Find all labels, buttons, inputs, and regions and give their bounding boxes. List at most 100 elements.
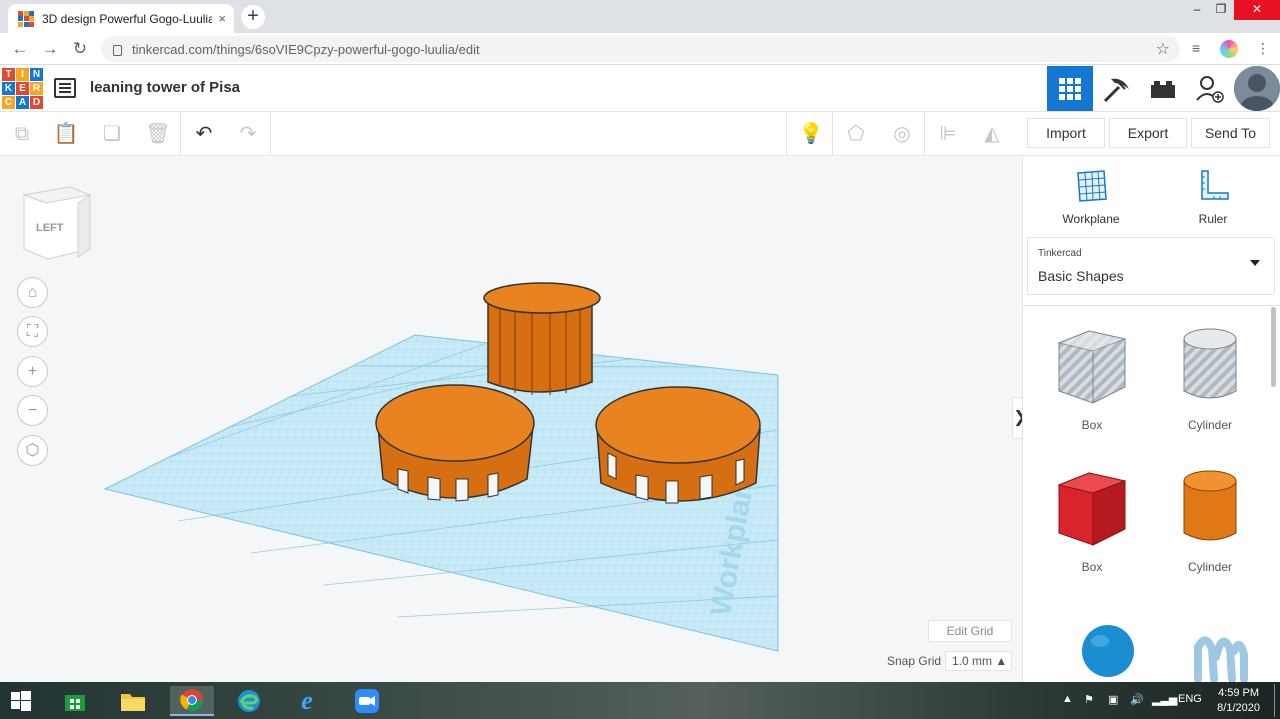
close-window-button[interactable]: ✕	[1234, 0, 1280, 20]
workplane-label: Workplane	[1062, 212, 1120, 226]
orange-cylinder-icon	[1183, 470, 1237, 541]
send-to-button[interactable]: Send To	[1191, 118, 1270, 148]
shape-cylinder-hole[interactable]: Cylinder	[1165, 325, 1255, 432]
shapes-panel: Workplane Ruler Tinkercad Basic Shapes B…	[1022, 157, 1280, 684]
shape-box-solid[interactable]: Box	[1047, 467, 1137, 574]
zoom-in-icon[interactable]: +	[17, 356, 48, 387]
action-buttons: Import Export Send To	[1022, 112, 1280, 156]
workplane-scene: Workplane	[103, 282, 779, 652]
store-app-icon[interactable]	[60, 686, 90, 716]
3d-view-grid-icon[interactable]	[1047, 66, 1093, 111]
shape-label: Cylinder	[1187, 560, 1232, 574]
logo-letter: R	[30, 82, 43, 95]
ruler-tool[interactable]: Ruler	[1173, 169, 1253, 226]
3d-viewport[interactable]: Workplane LEFT ⌂ ⛶ + − ⬡ Edit Grid Snap …	[0, 157, 1028, 682]
shape-cylinder-solid[interactable]: Cylinder	[1165, 467, 1255, 574]
new-tab-button[interactable]: +	[241, 5, 265, 29]
home-view-icon[interactable]: ⌂	[17, 277, 48, 308]
orange-cylinder-back[interactable]	[483, 282, 601, 395]
edge-app-icon[interactable]	[234, 686, 264, 716]
shape-box-hole[interactable]: Box	[1047, 325, 1137, 432]
group-icon[interactable]: ⬠	[843, 121, 869, 147]
language-indicator[interactable]: ENG	[1178, 693, 1202, 705]
url-input[interactable]: tinkercad.com/things/6soVIE9Cpzy-powerfu…	[101, 36, 1180, 62]
shape-scribble[interactable]	[1175, 627, 1265, 688]
edit-toolbar: ⧉ 📋 ❏ 🗑 ↶ ↷ 💡 ⬠ ◎ ⊫ ◭	[0, 112, 1022, 156]
view-cube[interactable]: LEFT	[22, 185, 92, 266]
logo-letter: K	[2, 82, 15, 95]
browser-tab[interactable]: 3D design Powerful Gogo-Luulia ×	[8, 4, 234, 33]
paste-icon[interactable]: 📋	[53, 121, 79, 147]
undo-icon[interactable]: ↶	[191, 121, 217, 147]
export-button[interactable]: Export	[1109, 118, 1187, 148]
tab-close-icon[interactable]: ×	[218, 11, 226, 26]
browser-tab-strip: 3D design Powerful Gogo-Luulia × + – ❐ ✕	[0, 0, 1280, 33]
logo-letter: N	[30, 68, 43, 81]
edit-grid-button[interactable]: Edit Grid	[928, 620, 1012, 642]
media-control-icon[interactable]: ≡	[1192, 40, 1200, 56]
show-desktop-button[interactable]	[1274, 684, 1278, 717]
shape-library-select[interactable]: Tinkercad Basic Shapes	[1027, 237, 1275, 295]
add-user-icon[interactable]	[1187, 66, 1233, 111]
volume-icon[interactable]: 🔊	[1130, 693, 1144, 706]
delete-trash-icon[interactable]: 🗑	[145, 121, 171, 147]
orange-cylinder-right[interactable]	[595, 386, 761, 504]
file-explorer-icon[interactable]	[118, 686, 148, 716]
redo-icon[interactable]: ↷	[235, 121, 261, 147]
windows-start-icon[interactable]	[6, 686, 36, 716]
copy-icon[interactable]: ⧉	[9, 121, 35, 147]
panel-scrollbar[interactable]	[1271, 307, 1276, 387]
toolbar-divider	[270, 112, 271, 156]
tray-expand-icon[interactable]: ▲	[1062, 693, 1073, 705]
logo-letter: E	[16, 82, 29, 95]
user-avatar[interactable]	[1234, 66, 1280, 111]
ungroup-icon[interactable]: ◎	[889, 121, 915, 147]
mirror-icon[interactable]: ◭	[979, 121, 1005, 147]
orange-cylinder-left[interactable]	[375, 384, 535, 502]
internet-explorer-icon[interactable]: e	[292, 686, 322, 716]
reload-icon[interactable]: ↻	[70, 39, 90, 59]
duplicate-icon[interactable]: ❏	[99, 121, 125, 147]
forward-arrow-icon[interactable]: →	[40, 39, 60, 59]
library-name: Basic Shapes	[1038, 268, 1124, 284]
windows-taskbar: e ▲ ⚑ ▣ 🔊 ▂▃▅ ENG 4:59 PM 8/1/2020	[0, 682, 1280, 719]
bricks-icon[interactable]	[1140, 66, 1186, 111]
lock-icon	[113, 44, 122, 56]
workplane-tool[interactable]: Workplane	[1051, 169, 1131, 226]
chrome-menu-icon[interactable]: ⋮	[1256, 40, 1270, 57]
logo-letter: D	[30, 96, 43, 109]
align-icon[interactable]: ⊫	[935, 121, 961, 147]
address-bar: ← → ↻ tinkercad.com/things/6soVIE9Cpzy-p…	[0, 33, 1280, 65]
import-button[interactable]: Import	[1027, 118, 1105, 148]
codeblocks-pickaxe-icon[interactable]	[1093, 66, 1139, 111]
profile-extension-icon[interactable]	[1220, 40, 1238, 58]
logo-letter: C	[2, 96, 15, 109]
scribble-icon	[1194, 636, 1248, 683]
tinkercad-header: T I N K E R C A D leaning tower of Pisa	[0, 66, 1280, 112]
notes-lightbulb-icon[interactable]: 💡	[798, 121, 824, 147]
back-arrow-icon[interactable]: ←	[10, 39, 30, 59]
design-list-icon[interactable]	[54, 78, 76, 98]
device-icon[interactable]: ▣	[1108, 693, 1118, 706]
cylinder-hole-icon	[1183, 328, 1237, 399]
logo-letter: A	[16, 96, 29, 109]
zoom-app-icon[interactable]	[352, 686, 382, 716]
shape-label: Box	[1081, 418, 1103, 432]
notification-flag-icon[interactable]: ⚑	[1084, 693, 1094, 706]
shape-sphere[interactable]	[1063, 623, 1153, 684]
zoom-out-icon[interactable]: −	[17, 395, 48, 426]
tinkercad-logo[interactable]: T I N K E R C A D	[2, 68, 43, 110]
url-text: tinkercad.com/things/6soVIE9Cpzy-powerfu…	[132, 41, 480, 57]
snap-grid-select[interactable]: 1.0 mm ▲	[945, 651, 1012, 671]
fit-view-icon[interactable]: ⛶	[17, 316, 48, 347]
blue-sphere-icon	[1082, 625, 1134, 677]
system-clock[interactable]: 4:59 PM 8/1/2020	[1217, 686, 1260, 716]
logo-letter: T	[2, 68, 15, 81]
ruler-label: Ruler	[1198, 212, 1228, 226]
network-signal-icon[interactable]: ▂▃▅	[1152, 693, 1177, 706]
chrome-app-icon[interactable]	[170, 686, 214, 716]
perspective-icon[interactable]: ⬡	[17, 435, 48, 466]
snap-grid-label: Snap Grid	[887, 654, 942, 668]
bookmark-star-icon[interactable]: ☆	[1156, 39, 1170, 59]
design-title[interactable]: leaning tower of Pisa	[90, 79, 240, 96]
